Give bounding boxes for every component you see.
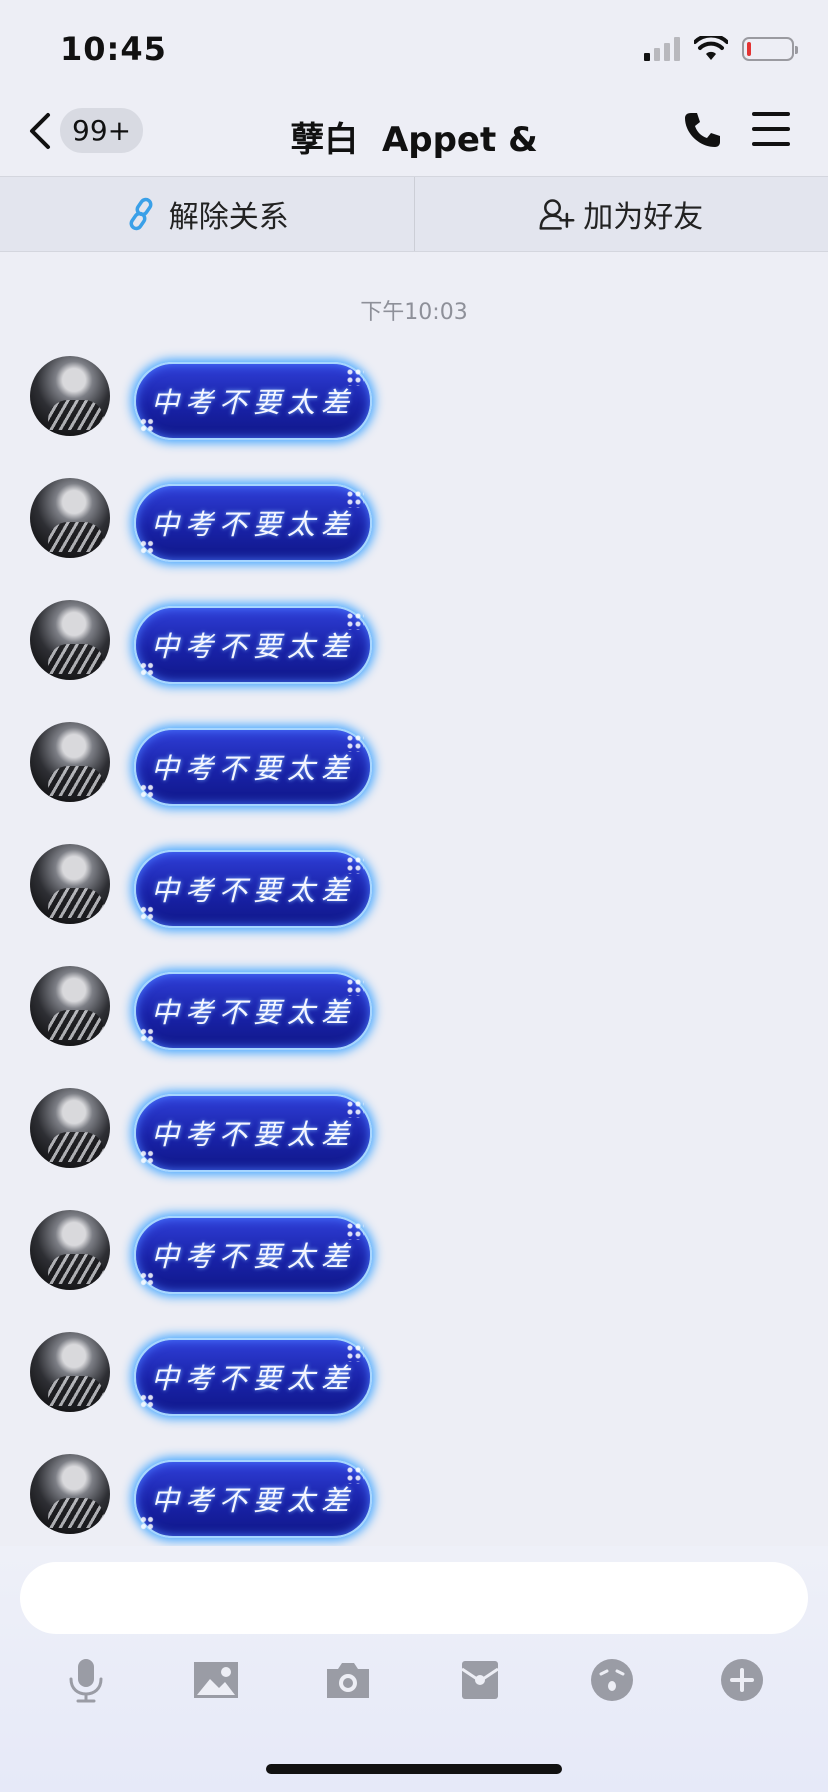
message-row: 中考不要太差 xyxy=(0,966,828,1066)
add-friend-button[interactable]: 加为好友 xyxy=(415,177,828,251)
status-bar: 10:45 xyxy=(0,0,828,96)
remove-relationship-button[interactable]: 解除关系 xyxy=(0,177,414,251)
nav-bar: 99+ 孽白 Appet & xyxy=(0,96,828,176)
image-button[interactable] xyxy=(192,1656,240,1704)
microphone-icon xyxy=(69,1659,103,1703)
composer-toolbar xyxy=(0,1656,828,1716)
avatar[interactable] xyxy=(30,356,110,436)
message-row: 中考不要太差 xyxy=(0,1210,828,1310)
camera-icon xyxy=(327,1663,369,1698)
message-row: 中考不要太差 xyxy=(0,1088,828,1188)
message-text: 中考不要太差 xyxy=(150,630,355,663)
avatar[interactable] xyxy=(30,1088,110,1168)
avatar[interactable] xyxy=(30,600,110,680)
emoji-icon xyxy=(591,1659,633,1701)
status-time: 10:45 xyxy=(60,30,167,68)
message-timestamp: 下午10:03 xyxy=(360,300,468,325)
message-text: 中考不要太差 xyxy=(150,1118,355,1151)
remove-relationship-label: 解除关系 xyxy=(168,200,289,235)
avatar[interactable] xyxy=(30,478,110,558)
avatar[interactable] xyxy=(30,1210,110,1290)
message-bubble[interactable]: 中考不要太差 xyxy=(134,362,372,440)
message-row: 中考不要太差 xyxy=(0,844,828,944)
hamburger-menu-icon xyxy=(752,112,790,116)
voice-button[interactable] xyxy=(62,1656,110,1704)
message-text: 中考不要太差 xyxy=(150,1484,355,1517)
message-row: 中考不要太差 xyxy=(0,600,828,700)
red-packet-button[interactable] xyxy=(456,1656,504,1704)
avatar[interactable] xyxy=(30,722,110,802)
message-bubble[interactable]: 中考不要太差 xyxy=(134,606,372,684)
message-bubble[interactable]: 中考不要太差 xyxy=(134,1338,372,1416)
add-friend-label: 加为好友 xyxy=(583,200,704,235)
avatar[interactable] xyxy=(30,1332,110,1412)
avatar[interactable] xyxy=(30,966,110,1046)
message-text: 中考不要太差 xyxy=(150,386,355,419)
image-icon xyxy=(194,1662,238,1698)
plus-icon xyxy=(721,1659,763,1701)
home-indicator[interactable] xyxy=(266,1764,562,1774)
message-text: 中考不要太差 xyxy=(150,996,355,1029)
message-bubble[interactable]: 中考不要太差 xyxy=(134,728,372,806)
emoji-button[interactable] xyxy=(588,1656,636,1704)
message-text: 中考不要太差 xyxy=(150,508,355,541)
status-indicators xyxy=(644,36,798,62)
message-row: 中考不要太差 xyxy=(0,356,828,456)
phone-icon[interactable] xyxy=(682,110,722,150)
message-bubble[interactable]: 中考不要太差 xyxy=(134,850,372,928)
message-input[interactable] xyxy=(20,1562,808,1634)
message-row: 中考不要太差 xyxy=(0,1454,828,1554)
message-bubble[interactable]: 中考不要太差 xyxy=(134,1216,372,1294)
message-bubble[interactable]: 中考不要太差 xyxy=(134,1094,372,1172)
message-text: 中考不要太差 xyxy=(150,752,355,785)
avatar[interactable] xyxy=(30,1454,110,1534)
wifi-icon xyxy=(694,36,728,60)
message-text: 中考不要太差 xyxy=(150,1240,355,1273)
avatar[interactable] xyxy=(30,844,110,924)
message-text: 中考不要太差 xyxy=(150,1362,355,1395)
message-row: 中考不要太差 xyxy=(0,1332,828,1432)
cellular-signal-icon xyxy=(644,37,680,61)
battery-level xyxy=(747,42,751,56)
message-bubble[interactable]: 中考不要太差 xyxy=(134,1460,372,1538)
camera-button[interactable] xyxy=(324,1656,372,1704)
menu-button[interactable] xyxy=(752,112,790,146)
relationship-action-bar: 解除关系 加为好友 xyxy=(0,176,828,252)
more-button[interactable] xyxy=(718,1656,766,1704)
message-row: 中考不要太差 xyxy=(0,722,828,822)
message-bubble[interactable]: 中考不要太差 xyxy=(134,484,372,562)
red-packet-icon xyxy=(461,1661,499,1699)
add-friend-icon xyxy=(539,199,575,230)
message-row: 中考不要太差 xyxy=(0,478,828,578)
link-break-icon xyxy=(129,197,153,231)
message-bubble[interactable]: 中考不要太差 xyxy=(134,972,372,1050)
message-text: 中考不要太差 xyxy=(150,874,355,907)
composer xyxy=(0,1546,828,1792)
battery-icon xyxy=(742,37,798,61)
